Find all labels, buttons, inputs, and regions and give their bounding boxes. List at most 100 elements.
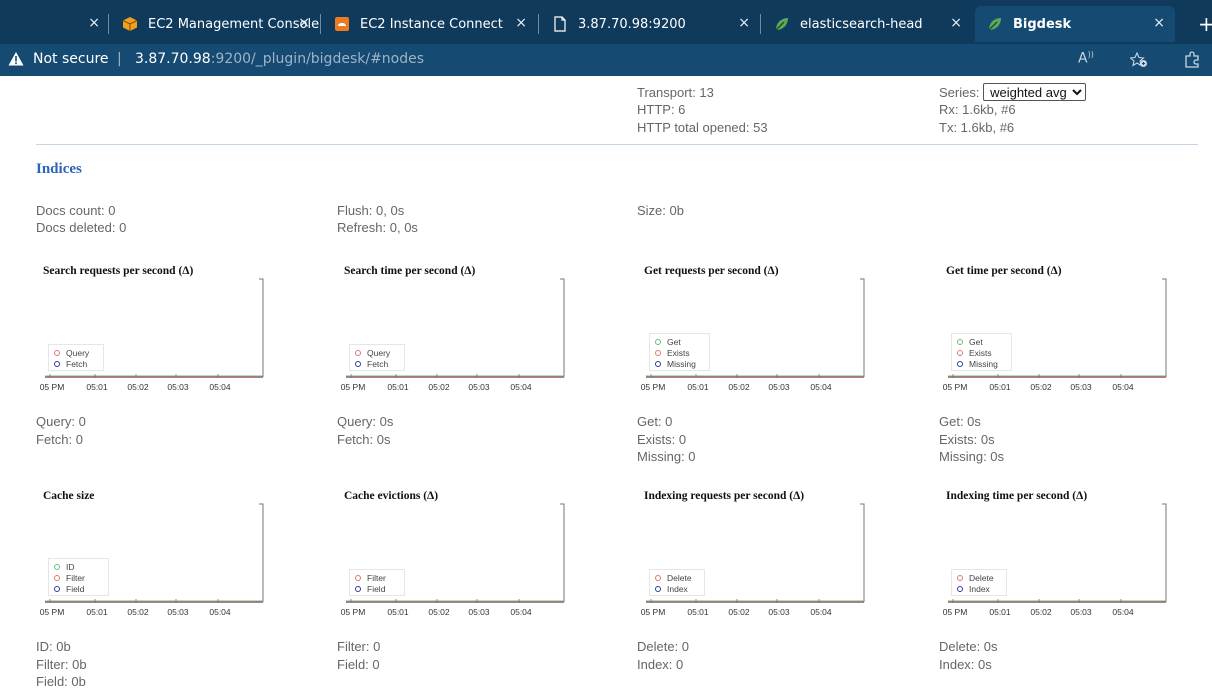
x-tick-label: 05:04 [1112,382,1134,392]
series-select[interactable]: weighted avg [983,83,1087,101]
legend-item[interactable]: Exists [650,347,709,358]
connections-transport: Transport: 13 [637,85,714,100]
chart-title: Cache size [43,490,95,502]
tab-close-icon[interactable]: × [1153,15,1165,31]
address-bar[interactable]: Not secure | 3.87.70.98:9200/_plugin/big… [0,44,1212,76]
page-icon [552,16,578,32]
chart-title: Search time per second (Δ) [344,265,476,277]
legend-dot-icon [655,574,661,581]
x-tick-label: 05:01 [387,607,409,617]
legend-item[interactable]: ID [49,561,108,572]
chart-title: Indexing requests per second (Δ) [644,490,805,502]
chart-plot: 05 PM 05:01 05:02 05:03 05:04 [40,278,264,392]
browser-tab-ec2-management-console[interactable]: EC2 Management Console × [110,6,320,42]
y-axis [1162,278,1167,377]
legend-dot-icon [54,574,60,581]
browser-tab-3-87-70-98-9200[interactable]: 3.87.70.98:9200 × [540,6,760,42]
browser-tab-bigdesk[interactable]: Bigdesk × [975,6,1175,42]
not-secure-label[interactable]: Not secure [33,51,109,67]
legend-item[interactable]: Query [49,347,103,358]
x-tick-label: 05:04 [209,607,231,617]
legend-item[interactable]: Index [650,583,704,594]
legend-label: Query [367,347,391,358]
x-tick-label: 05:01 [687,382,709,392]
legend-label: Missing [667,358,696,369]
legend-dot-icon [957,585,963,592]
aws-ec2-icon [334,16,360,32]
y-axis [259,503,264,602]
legend-item[interactable]: Delete [952,572,1006,583]
legend-item[interactable]: Field [350,583,404,594]
aws-cube-icon [122,16,148,32]
legend-dot-icon [54,563,60,570]
section-divider [36,144,1198,145]
chart-title: Indexing time per second (Δ) [946,490,1088,502]
y-axis [860,278,865,377]
legend-dot-icon [355,585,361,592]
read-aloud-icon[interactable]: A)) [1078,50,1094,67]
legend-label: Filter [367,572,386,583]
bigdesk-page: Transport: 13 HTTP: 6 HTTP total opened:… [0,76,1212,699]
y-axis [860,503,865,602]
chart-title: Cache evictions (Δ) [344,490,439,502]
tab-separator [538,14,539,34]
legend-item[interactable]: Query [350,347,404,358]
legend-dot-icon [54,585,60,592]
tab-close-icon[interactable]: × [298,15,310,31]
x-tick-label: 05 PM [40,607,65,617]
legend-dot-icon [957,338,963,345]
x-tick-label: 05:01 [989,607,1011,617]
connections-http: HTTP: 6 [637,102,686,117]
legend-dot-icon [957,574,963,581]
tab-separator [760,14,761,34]
x-tick-label: 05 PM [341,382,366,392]
add-favorite-icon[interactable] [1130,52,1148,68]
legend-dot-icon [355,349,361,356]
legend-label: Index [969,583,990,594]
x-tick-label: 05 PM [641,607,666,617]
docs-count: Docs count: 0 [36,203,116,218]
legend-item[interactable]: Missing [952,358,1011,369]
x-tick-label: 05:02 [127,607,149,617]
chart-plot: 05 PM 05:01 05:02 05:03 05:04 [341,503,565,617]
url-text[interactable]: 3.87.70.98:9200/_plugin/bigdesk/#nodes [135,51,424,67]
chart-legend: Query Fetch [349,344,405,371]
docs-deleted: Docs deleted: 0 [36,220,127,235]
legend-item[interactable]: Filter [350,572,404,583]
chart-stat: Exists: 0 [637,431,687,447]
tab-label: elasticsearch-head [800,16,923,32]
extensions-icon[interactable] [1183,51,1201,69]
warning-icon [8,52,24,66]
chart-legend: Query Fetch [48,344,104,371]
indices-title: Indices [36,161,82,177]
x-tick-label: 05:03 [167,607,189,617]
x-tick-label: 05:04 [510,382,532,392]
legend-dot-icon [54,349,60,356]
legend-item[interactable]: Fetch [350,358,404,369]
legend-item[interactable]: Get [650,336,709,347]
legend-label: ID [66,561,75,572]
browser-tab-elasticsearch-head[interactable]: elasticsearch-head × [762,6,972,42]
chart-plot: 05 PM 05:01 05:02 05:03 05:04 [341,278,565,392]
legend-item[interactable]: Index [952,583,1006,594]
new-tab-button[interactable]: + [1198,6,1212,42]
legend-item[interactable]: Get [952,336,1011,347]
tab-close-icon[interactable]: × [950,15,962,31]
url-host: 3.87.70.98 [135,51,211,67]
legend-item[interactable]: Filter [49,572,108,583]
chart-title: Get time per second (Δ) [946,265,1062,277]
chart-stat: Field: 0 [337,656,380,672]
legend-item[interactable]: Missing [650,358,709,369]
legend-item[interactable]: Delete [650,572,704,583]
browser-tab-previous[interactable]: × [0,6,110,42]
legend-dot-icon [655,349,661,356]
browser-tab-ec2-instance-connect[interactable]: EC2 Instance Connect × [322,6,537,42]
legend-item[interactable]: Fetch [49,358,103,369]
tab-close-icon[interactable]: × [738,15,750,31]
legend-item[interactable]: Field [49,583,108,594]
legend-item[interactable]: Exists [952,347,1011,358]
x-tick-label: 05:03 [167,382,189,392]
tab-close-icon[interactable]: × [515,15,527,31]
tab-close-icon[interactable]: × [88,15,100,31]
chart-legend: Delete Index [951,569,1007,596]
